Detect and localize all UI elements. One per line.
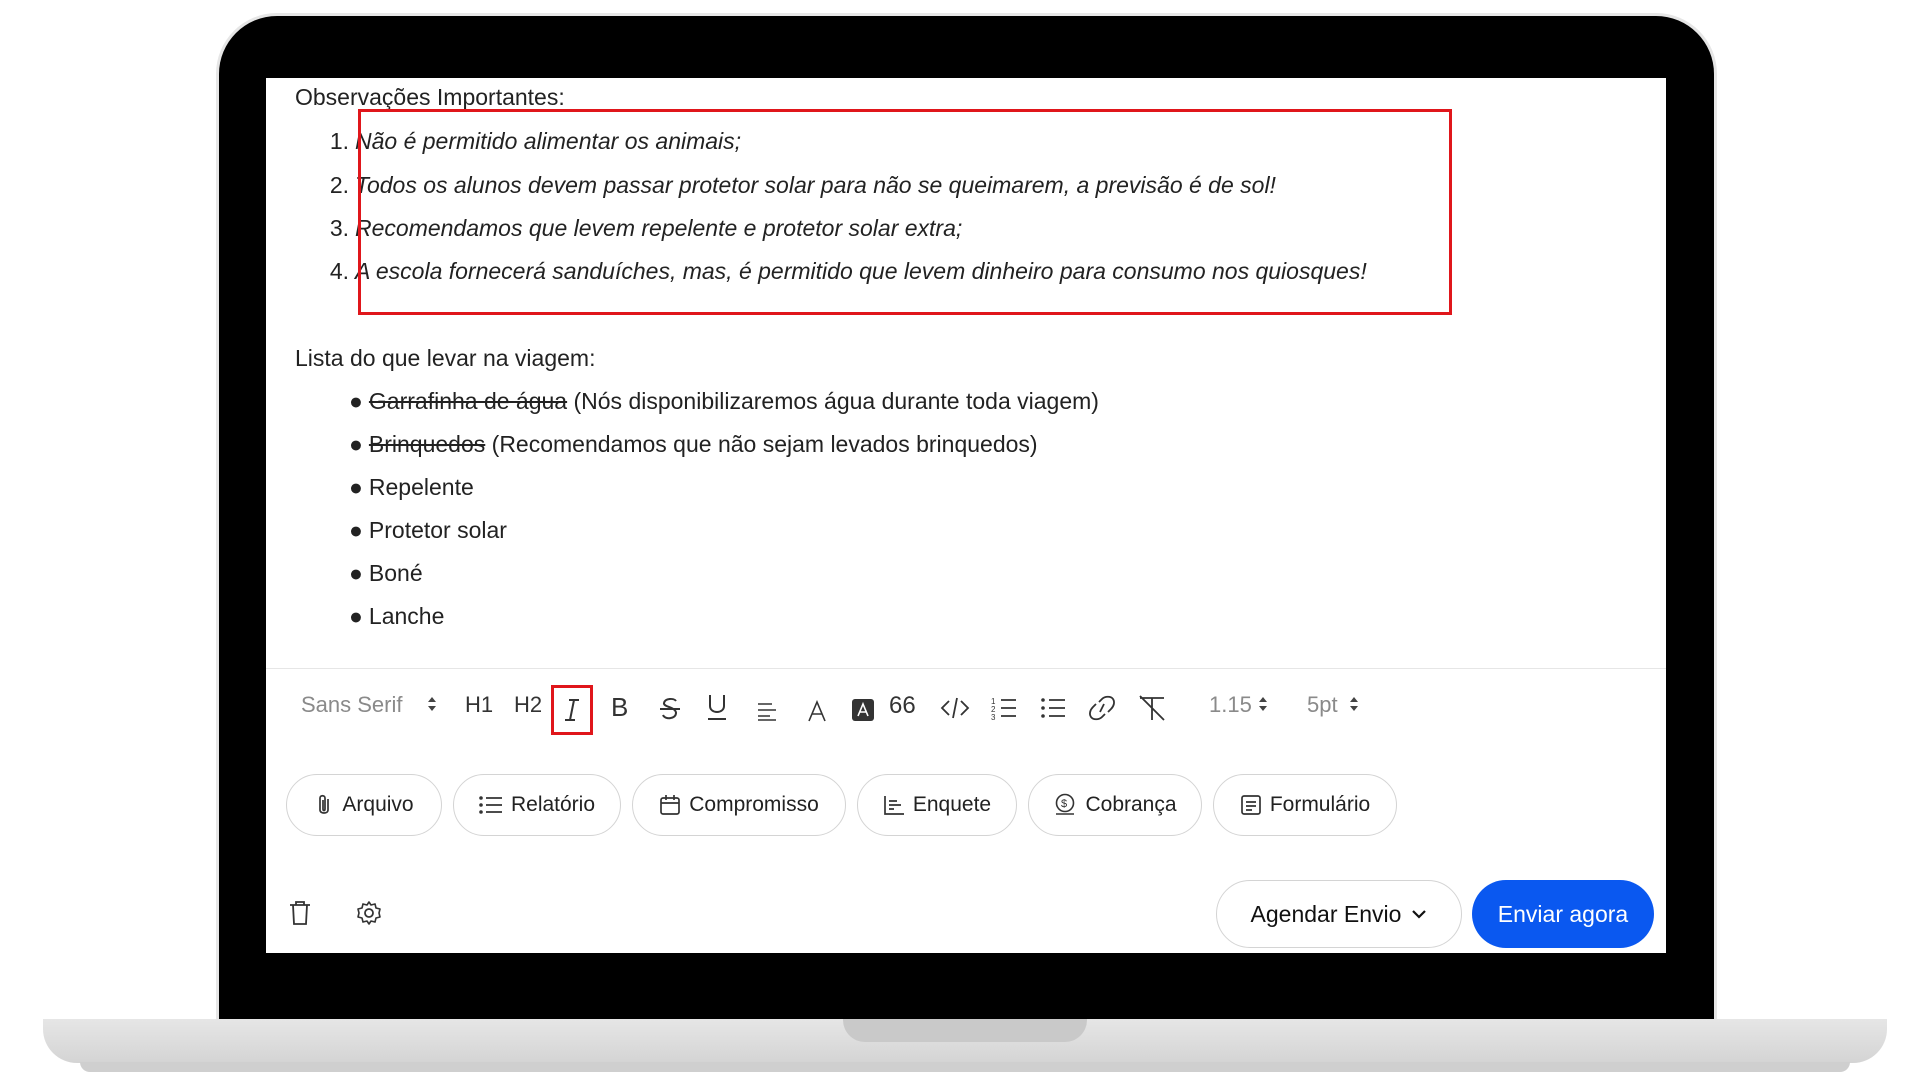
- trash-icon: [290, 901, 310, 925]
- heading-lista: Lista do que levar na viagem:: [295, 345, 596, 371]
- send-now-button[interactable]: Enviar agora: [1472, 880, 1654, 948]
- bullet-dot: ●: [349, 388, 363, 414]
- poll-button[interactable]: Enquete: [857, 774, 1017, 836]
- list-number: 1.: [329, 128, 349, 154]
- heading2-button[interactable]: H2: [514, 692, 542, 718]
- form-icon: [1240, 795, 1261, 815]
- chip-label: Cobrança: [1085, 793, 1177, 816]
- text-color-button[interactable]: [806, 700, 828, 722]
- delete-button[interactable]: [288, 900, 312, 931]
- svg-text:$: $: [1061, 798, 1067, 810]
- bullet-list-item: ● Repelente: [349, 474, 474, 501]
- chip-label: Enquete: [912, 793, 992, 816]
- select-arrows-icon[interactable]: [1348, 694, 1360, 714]
- schedule-send-label: Agendar Envio: [1250, 900, 1402, 927]
- bullet-dot: ●: [349, 517, 363, 543]
- strikethrough-text: Brinquedos: [368, 431, 486, 457]
- ordered-list-button[interactable]: 123: [991, 696, 1017, 720]
- report-button[interactable]: Relatório: [453, 774, 621, 836]
- bullet-list-item: ● Boné: [349, 560, 423, 587]
- align-left-icon: [758, 703, 776, 721]
- quote-icon: 66: [889, 692, 916, 719]
- line-height-value: 1.15: [1209, 692, 1252, 717]
- appointment-button[interactable]: Compromisso: [632, 774, 846, 836]
- italic-icon: [565, 699, 579, 721]
- heading-observacoes: Observações Importantes:: [295, 84, 565, 110]
- attach-file-button[interactable]: Arquivo: [286, 774, 442, 836]
- underline-button[interactable]: [706, 692, 728, 722]
- billing-button[interactable]: $ Cobrança: [1028, 774, 1202, 836]
- paperclip-icon: [319, 794, 330, 814]
- strikethrough-button[interactable]: [659, 696, 681, 722]
- chevron-down-icon: [1412, 910, 1427, 919]
- underline-icon: [708, 695, 726, 720]
- svg-text:3: 3: [991, 713, 996, 720]
- code-button[interactable]: [940, 696, 970, 720]
- list-number: 4.: [329, 258, 349, 284]
- link-button[interactable]: [1086, 694, 1118, 722]
- line-height-select[interactable]: 1.15: [1209, 692, 1252, 718]
- bold-button[interactable]: B: [611, 692, 628, 723]
- code-icon: [940, 697, 970, 719]
- bullet-dot: ●: [349, 474, 363, 500]
- bullet-list-icon: [1041, 698, 1065, 718]
- formatting-toolbar: Sans Serif H1 H2 B 66 1 2 3 1.15 5pt: [266, 678, 1666, 742]
- chip-label: Formulário: [1269, 793, 1371, 816]
- bullet-list-item: ● Brinquedos (Recomendamos que não sejam …: [349, 431, 1038, 458]
- select-arrows-icon[interactable]: [426, 694, 438, 714]
- bullet-dot: ●: [349, 431, 363, 457]
- list-item-text: Lanche: [368, 603, 445, 629]
- list-icon: [479, 796, 502, 814]
- form-button[interactable]: Formulário: [1213, 774, 1397, 836]
- app-screen: Observações Importantes: 1. Não é permiti…: [266, 78, 1666, 953]
- highlight-button[interactable]: [852, 699, 874, 721]
- editor-divider: [266, 668, 1666, 669]
- bullet-dot: ●: [349, 560, 363, 586]
- list-item-text: Repelente: [368, 474, 474, 500]
- calendar-icon: [660, 795, 681, 815]
- bullet-list-item: ● Lanche: [349, 603, 444, 630]
- font-size-select[interactable]: 5pt: [1307, 692, 1338, 718]
- chip-label: Compromisso: [689, 793, 819, 816]
- strikethrough-icon: [660, 697, 680, 720]
- font-size-value: 5pt: [1307, 692, 1338, 717]
- strikethrough-text: Garrafinha de água: [368, 388, 568, 414]
- font-family-select[interactable]: Sans Serif: [301, 692, 403, 718]
- italic-button[interactable]: [551, 685, 593, 735]
- link-icon: [1089, 695, 1115, 721]
- bullet-list-item: ● Protetor solar: [349, 517, 507, 544]
- schedule-send-button[interactable]: Agendar Envio: [1216, 880, 1462, 948]
- heading1-button[interactable]: H1: [465, 692, 493, 718]
- quote-button[interactable]: 66: [889, 692, 916, 720]
- ordered-list-icon: 123: [991, 697, 1016, 720]
- list-item-text: (Nós disponibilizaremos água durante tod…: [567, 388, 1099, 414]
- settings-button[interactable]: [356, 900, 382, 931]
- gear-icon: [357, 901, 381, 925]
- laptop-notch: [843, 1019, 1087, 1042]
- list-number: 2.: [329, 172, 349, 198]
- chip-label: Arquivo: [342, 793, 414, 816]
- chip-label: Relatório: [510, 793, 596, 816]
- bullet-list-item: ● Garrafinha de água (Nós disponibilizare…: [349, 388, 1099, 415]
- send-now-label: Enviar agora: [1497, 900, 1629, 927]
- poll-icon: [884, 796, 904, 815]
- align-button[interactable]: [756, 701, 778, 721]
- select-arrows-icon[interactable]: [1257, 694, 1269, 714]
- list-item-text: Boné: [368, 560, 423, 586]
- money-icon: $: [1056, 793, 1075, 815]
- text-color-icon: [808, 700, 826, 722]
- clear-format-button[interactable]: [1136, 694, 1168, 722]
- list-item-text: Protetor solar: [368, 517, 507, 543]
- clear-format-icon: [1139, 695, 1165, 721]
- bullet-dot: ●: [349, 603, 363, 629]
- bold-icon: B: [611, 692, 629, 722]
- list-number: 3.: [329, 215, 349, 241]
- font-family-label: Sans Serif: [301, 692, 403, 717]
- list-item-text: (Recomendamos que não sejam levados brin…: [485, 431, 1038, 457]
- laptop-base-shadow: [80, 1062, 1850, 1072]
- highlight-box-italic-text: [358, 109, 1452, 315]
- message-editor[interactable]: Observações Importantes: 1. Não é permiti…: [266, 78, 1666, 668]
- highlight-icon: [852, 699, 874, 721]
- bullet-list-button[interactable]: [1040, 696, 1066, 720]
